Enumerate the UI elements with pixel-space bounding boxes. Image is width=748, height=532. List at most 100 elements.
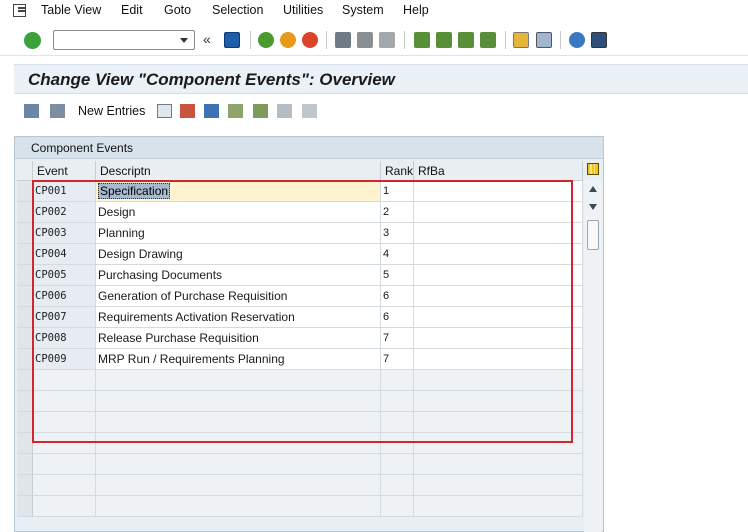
row-selector[interactable] bbox=[17, 412, 33, 433]
cell-rfba[interactable] bbox=[414, 433, 583, 454]
cell-rank[interactable]: 6 bbox=[381, 286, 414, 307]
cell-description[interactable]: Design bbox=[96, 202, 381, 223]
cell-rank[interactable] bbox=[381, 496, 414, 517]
delete-icon[interactable] bbox=[180, 104, 195, 118]
cell-rank[interactable]: 5 bbox=[381, 265, 414, 286]
first-page-icon[interactable] bbox=[414, 32, 430, 48]
row-selector[interactable] bbox=[17, 433, 33, 454]
row-selector[interactable] bbox=[17, 328, 33, 349]
cell-rfba[interactable] bbox=[414, 496, 583, 517]
cell-rank[interactable] bbox=[381, 475, 414, 496]
cell-rfba[interactable] bbox=[414, 370, 583, 391]
empty-row[interactable] bbox=[17, 496, 583, 517]
empty-row[interactable] bbox=[17, 412, 583, 433]
cell-description[interactable] bbox=[96, 496, 381, 517]
empty-row[interactable] bbox=[17, 475, 583, 496]
cell-rfba[interactable] bbox=[414, 349, 583, 370]
cell-description[interactable]: MRP Run / Requirements Planning bbox=[96, 349, 381, 370]
menu-help[interactable]: Help bbox=[403, 3, 429, 17]
scroll-up-icon[interactable] bbox=[589, 186, 597, 192]
table-row[interactable]: CP004 Design Drawing 4 bbox=[17, 244, 583, 265]
undo-icon[interactable] bbox=[204, 104, 219, 118]
row-selector[interactable] bbox=[17, 475, 33, 496]
copy-icon[interactable] bbox=[157, 104, 172, 118]
cell-rfba[interactable] bbox=[414, 454, 583, 475]
table-row[interactable]: CP008 Release Purchase Requisition 7 bbox=[17, 328, 583, 349]
previous-page-icon[interactable] bbox=[436, 32, 452, 48]
cell-rank[interactable]: 4 bbox=[381, 244, 414, 265]
scroll-down-icon[interactable] bbox=[589, 204, 597, 210]
row-selector[interactable] bbox=[17, 454, 33, 475]
cell-rfba[interactable] bbox=[414, 265, 583, 286]
table-row[interactable]: CP003 Planning 3 bbox=[17, 223, 583, 244]
cell-description[interactable]: Design Drawing bbox=[96, 244, 381, 265]
row-selector[interactable] bbox=[17, 223, 33, 244]
cell-rfba[interactable] bbox=[414, 412, 583, 433]
row-selector[interactable] bbox=[17, 244, 33, 265]
back-icon[interactable] bbox=[258, 32, 274, 48]
menu-utilities[interactable]: Utilities bbox=[283, 3, 323, 17]
find-icon[interactable] bbox=[357, 32, 373, 48]
cell-description[interactable] bbox=[96, 412, 381, 433]
cell-rfba[interactable] bbox=[414, 328, 583, 349]
row-selector[interactable] bbox=[17, 496, 33, 517]
select-block-icon[interactable] bbox=[253, 104, 268, 118]
exit-icon[interactable] bbox=[280, 32, 296, 48]
new-entries-button[interactable]: New Entries bbox=[78, 104, 145, 118]
cell-rank[interactable]: 2 bbox=[381, 202, 414, 223]
cell-rank[interactable]: 6 bbox=[381, 307, 414, 328]
column-header-rfba[interactable]: RfBa bbox=[414, 161, 583, 181]
table-row[interactable]: CP002 Design 2 bbox=[17, 202, 583, 223]
cell-rank[interactable]: 7 bbox=[381, 349, 414, 370]
collapse-icon[interactable]: « bbox=[203, 31, 211, 47]
new-session-icon[interactable] bbox=[513, 32, 529, 48]
cell-description[interactable] bbox=[96, 475, 381, 496]
cell-rfba[interactable] bbox=[414, 286, 583, 307]
cell-description[interactable]: Generation of Purchase Requisition bbox=[96, 286, 381, 307]
cell-rfba[interactable] bbox=[414, 391, 583, 412]
cell-rfba[interactable] bbox=[414, 181, 583, 202]
print-icon[interactable] bbox=[335, 32, 351, 48]
cell-rank[interactable] bbox=[381, 391, 414, 412]
cell-description[interactable]: Requirements Activation Reservation bbox=[96, 307, 381, 328]
table-row[interactable]: CP007 Requirements Activation Reservation… bbox=[17, 307, 583, 328]
find-next-icon[interactable] bbox=[379, 32, 395, 48]
row-selector[interactable] bbox=[17, 391, 33, 412]
scroll-thumb[interactable] bbox=[587, 220, 599, 250]
cell-rfba[interactable] bbox=[414, 223, 583, 244]
save-icon[interactable] bbox=[224, 32, 240, 48]
table-row[interactable]: CP005 Purchasing Documents 5 bbox=[17, 265, 583, 286]
empty-row[interactable] bbox=[17, 433, 583, 454]
help-icon[interactable] bbox=[569, 32, 585, 48]
cell-rfba[interactable] bbox=[414, 475, 583, 496]
column-header-event[interactable]: Event bbox=[33, 161, 96, 181]
cell-description[interactable] bbox=[96, 433, 381, 454]
menu-table-view[interactable]: Table View bbox=[41, 3, 101, 17]
find-entries-icon[interactable] bbox=[302, 104, 317, 118]
cell-rank[interactable] bbox=[381, 370, 414, 391]
layout-menu-icon[interactable] bbox=[591, 32, 607, 48]
cell-description[interactable]: Planning bbox=[96, 223, 381, 244]
display-change-icon[interactable] bbox=[24, 104, 39, 118]
table-row[interactable]: CP009 MRP Run / Requirements Planning 7 bbox=[17, 349, 583, 370]
select-all-icon[interactable] bbox=[228, 104, 243, 118]
cell-rank[interactable] bbox=[381, 412, 414, 433]
cell-rfba[interactable] bbox=[414, 202, 583, 223]
last-page-icon[interactable] bbox=[480, 32, 496, 48]
focused-cell-text[interactable]: Specification bbox=[98, 183, 171, 199]
cell-description[interactable] bbox=[96, 454, 381, 475]
row-selector[interactable] bbox=[17, 370, 33, 391]
enter-check-icon[interactable] bbox=[24, 32, 41, 49]
menu-selection[interactable]: Selection bbox=[212, 3, 263, 17]
empty-row[interactable] bbox=[17, 454, 583, 475]
cancel-icon[interactable] bbox=[302, 32, 318, 48]
cell-description[interactable]: Purchasing Documents bbox=[96, 265, 381, 286]
menu-edit[interactable]: Edit bbox=[121, 3, 143, 17]
empty-row[interactable] bbox=[17, 370, 583, 391]
chevron-down-icon[interactable] bbox=[180, 38, 188, 43]
menu-icon[interactable] bbox=[13, 4, 26, 17]
cell-rfba[interactable] bbox=[414, 307, 583, 328]
menu-goto[interactable]: Goto bbox=[164, 3, 191, 17]
cell-description[interactable]: Release Purchase Requisition bbox=[96, 328, 381, 349]
vertical-scrollbar[interactable] bbox=[584, 180, 602, 532]
